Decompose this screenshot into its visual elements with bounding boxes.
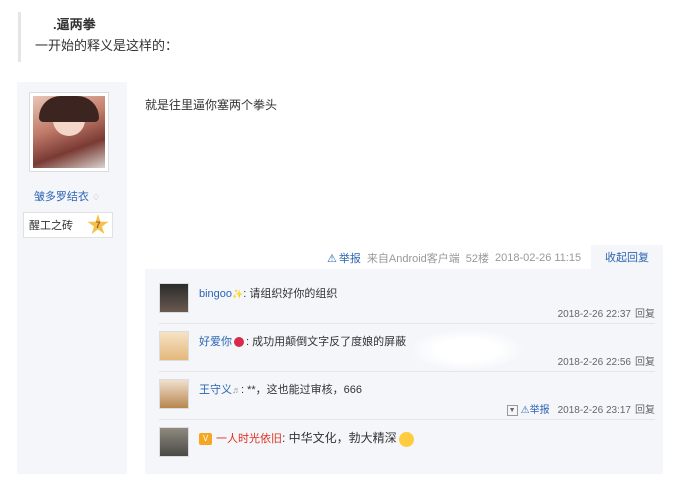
author-sidebar: 皱多罗结衣 ♢ 醒工之砖 7 xyxy=(17,82,127,474)
level-badge[interactable]: 醒工之砖 7 xyxy=(23,212,113,238)
divider xyxy=(159,419,655,420)
reply-username[interactable]: 一人时光依旧 xyxy=(216,433,282,445)
reply-meta: 2018-2-26 22:37 回复 xyxy=(558,305,655,320)
level-star-icon: 7 xyxy=(87,214,109,235)
vip-badge-icon: V xyxy=(199,433,212,446)
music-note-icon: ♬ xyxy=(232,385,241,395)
dropdown-icon[interactable]: ▼ xyxy=(506,404,518,416)
reply-panel: bingoo✨: 请组织好你的组织 2018-2-26 22:37 回复 好爱你:… xyxy=(145,269,663,474)
reply-meta: ▼ ⚠举报 2018-2-26 23:17 回复 xyxy=(506,401,655,416)
author-username[interactable]: 皱多罗结衣 ♢ xyxy=(17,188,117,204)
reply-text: : **，这也能过审核，666 xyxy=(241,384,363,396)
post-datetime: 2018-02-26 11:15 xyxy=(495,252,582,264)
divider xyxy=(159,371,655,372)
reply-avatar[interactable] xyxy=(159,379,189,409)
quote-block: .逼两拳 一开始的释义是这样的： xyxy=(18,12,318,62)
lips-icon xyxy=(234,337,244,348)
reply-text: : 中华文化，勃大精深 xyxy=(282,431,397,445)
divider xyxy=(159,323,655,324)
reply-button[interactable]: 回复 xyxy=(635,405,655,416)
reply-time: 2018-2-26 22:56 xyxy=(557,357,631,368)
badge-name: 醒工之砖 xyxy=(29,220,73,232)
post-source: 来自Android客户端 xyxy=(366,253,460,265)
reply-username[interactable]: 王守义 xyxy=(199,384,232,396)
reply-button[interactable]: 回复 xyxy=(635,309,655,320)
reply-time: 2018-2-26 22:37 xyxy=(557,309,631,320)
reply-button[interactable]: 回复 xyxy=(635,357,655,368)
quote-title: .逼两拳 xyxy=(53,17,96,32)
redaction-blur xyxy=(412,330,522,370)
reply-text: : 成功用颠倒文字反了度娘的屏蔽 xyxy=(246,336,407,348)
reply-avatar[interactable] xyxy=(159,331,189,361)
reply-username[interactable]: bingoo xyxy=(199,288,232,300)
post-meta: ⚠ 举报 来自Android客户端 52楼 2018-02-26 11:15 收… xyxy=(327,245,663,269)
reply-line: 好爱你 : 成功用颠倒文字反了度娘的屏蔽 xyxy=(199,333,406,349)
author-username-text[interactable]: 皱多罗结衣 xyxy=(34,191,89,203)
reply-report-link[interactable]: 举报 xyxy=(530,405,550,416)
reply-line: V 一人时光依旧: 中华文化，勃大精深 xyxy=(199,429,414,447)
reply-meta: 2018-2-26 22:56 回复 xyxy=(558,353,655,368)
reply-avatar[interactable] xyxy=(159,283,189,313)
badge-level-number: 7 xyxy=(95,220,101,230)
author-avatar[interactable] xyxy=(29,92,109,172)
report-link[interactable]: 举报 xyxy=(339,250,361,266)
post-content: 就是往里逼你塞两个拳头 xyxy=(145,98,278,112)
reply-time: 2018-2-26 23:17 xyxy=(557,405,631,416)
reply-line: bingoo✨: 请组织好你的组织 xyxy=(199,285,337,301)
author-avatar-image xyxy=(33,96,105,168)
warning-icon[interactable]: ⚠ xyxy=(327,252,337,265)
quote-text: 一开始的释义是这样的： xyxy=(35,38,179,53)
smile-emoji-icon xyxy=(398,431,414,447)
post-floor: 52楼 xyxy=(465,253,490,265)
reply-avatar[interactable] xyxy=(159,427,189,457)
gender-icon: ♢ xyxy=(91,192,101,202)
warning-icon[interactable]: ⚠ xyxy=(521,405,530,416)
post: 皱多罗结衣 ♢ 醒工之砖 7 就是往里逼你塞两个拳头 ⚠ 举报 来自Androi… xyxy=(17,82,663,474)
collapse-replies-button[interactable]: 收起回复 xyxy=(591,245,663,269)
reply-username[interactable]: 好爱你 xyxy=(199,336,232,348)
sparkle-icon: ✨ xyxy=(232,289,244,299)
reply-line: 王守义♬: **，这也能过审核，666 xyxy=(199,381,362,397)
reply-text: : 请组织好你的组织 xyxy=(243,288,338,300)
